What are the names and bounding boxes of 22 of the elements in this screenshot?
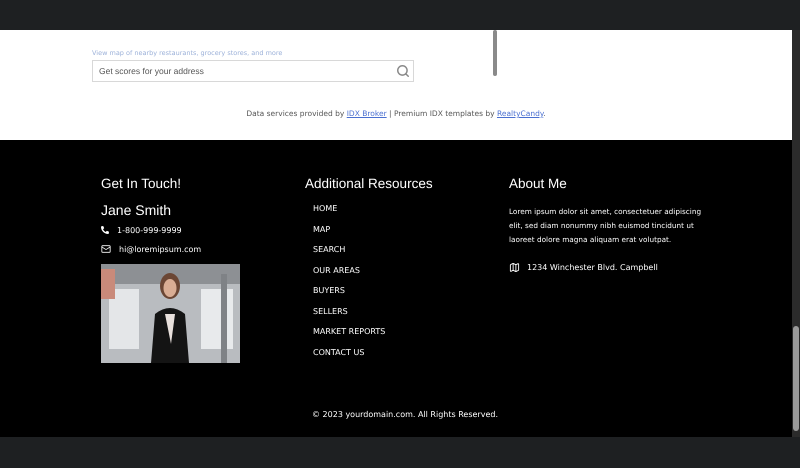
footer-nav-link[interactable]: HOME — [313, 204, 509, 224]
footer-nav-link[interactable]: MARKET REPORTS — [313, 327, 509, 348]
resources-heading: Additional Resources — [305, 176, 434, 191]
footer-nav-link[interactable]: SELLERS — [313, 306, 509, 327]
search-icon[interactable] — [396, 64, 410, 78]
phone-number: 1-800-999-9999 — [117, 226, 182, 234]
phone-icon — [101, 226, 109, 234]
agent-name: Jane Smith — [101, 202, 172, 218]
copyright-text: © 2023 yourdomain.com. All Rights Reserved. — [312, 410, 498, 419]
address-search-field[interactable]: Get scores for your address — [92, 60, 414, 82]
email-address: hi@loremipsum.com — [119, 244, 202, 254]
footer-nav-link[interactable]: MAP — [313, 224, 509, 245]
map-icon — [509, 262, 520, 273]
footer-nav-link[interactable]: CONTACT US — [313, 348, 509, 368]
about-heading: About Me — [509, 176, 568, 191]
address-text: 1234 Winchester Blvd. Campbell — [527, 263, 658, 272]
footer-nav-link[interactable]: SEARCH — [313, 245, 509, 266]
contact-heading: Get In Touch! — [101, 176, 182, 191]
page-scrollbar[interactable] — [792, 30, 800, 437]
footer-nav-link[interactable]: OUR AREAS — [313, 266, 509, 286]
footer-nav-link[interactable]: BUYERS — [313, 286, 509, 306]
mail-icon — [101, 244, 111, 254]
